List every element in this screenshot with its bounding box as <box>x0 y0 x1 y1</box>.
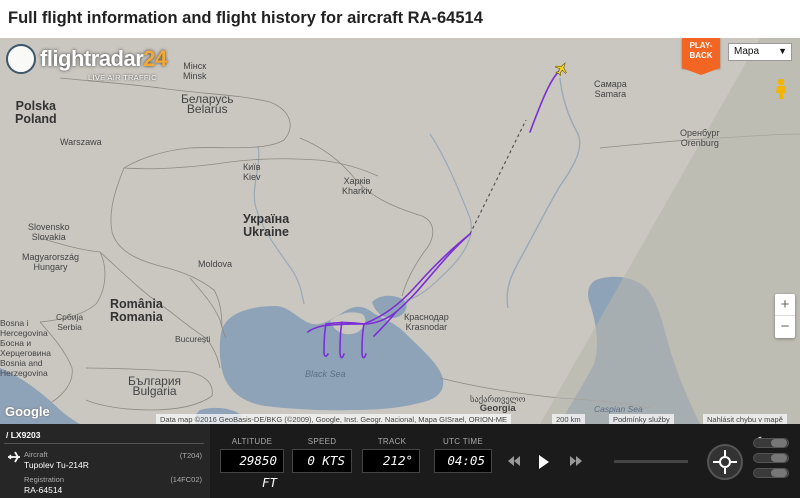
label-krasnodar: Краснодар Krasnodar <box>404 312 449 332</box>
border-hungary <box>39 237 106 323</box>
river-volga <box>506 77 581 309</box>
border-belarus <box>59 77 291 169</box>
rewind-icon[interactable] <box>508 456 520 466</box>
aircraft-info-panel: / LX9203 Aircraft (T204) Tupolev Tu-214R… <box>0 424 210 498</box>
time-value: 04:05 <box>434 449 492 473</box>
registration-code: (14FC02) <box>170 475 202 484</box>
fast-forward-icon[interactable] <box>570 456 582 466</box>
label-caspian: Caspian Sea <box>594 404 643 414</box>
border-ukraine-russia <box>299 137 434 297</box>
map-attribution: Data map ©2016 GeoBasis-DE/BKG (©2009), … <box>156 414 512 424</box>
aircraft-code: (T204) <box>179 451 202 460</box>
label-hungary: Magyarország Hungary <box>22 252 80 272</box>
label-kharkiv: Харків Kharkiv <box>342 176 373 196</box>
play-button[interactable] <box>528 449 558 475</box>
radar-icon <box>6 44 36 74</box>
label-samara: Самара Samara <box>594 79 627 99</box>
view-toggles <box>753 436 789 483</box>
label-belarus: Беларусь Belarus <box>181 92 234 116</box>
playback-slider[interactable] <box>614 460 688 463</box>
label-orenburg: Оренбург Orenburg <box>680 128 720 148</box>
play-icon <box>539 455 549 469</box>
playback-button[interactable]: PLAY- BACK <box>682 38 720 68</box>
flight-map[interactable]: Мінск Minsk Беларусь Belarus Polska Poland … <box>0 38 800 424</box>
aircraft-model: Tupolev Tu-214R <box>24 460 89 470</box>
estimated-route <box>469 119 527 235</box>
dropdown-arrow-icon: ▼ <box>778 46 787 56</box>
track-value: 212° <box>362 449 420 473</box>
flight-info-bar: / LX9203 Aircraft (T204) Tupolev Tu-214R… <box>0 424 800 498</box>
label-bulgaria: България Bulgaria <box>128 374 182 398</box>
zoom-control: + − <box>775 294 795 338</box>
report-error-link[interactable]: Nahlásit chybu v mapě <box>703 414 787 424</box>
label-moldova: Moldova <box>198 259 233 269</box>
flightradar24-logo: flightradar24 LIVE AIR TRAFFIC <box>6 44 167 84</box>
registration-label: Registration <box>24 475 65 484</box>
altitude-value: 29850 FT <box>220 449 284 490</box>
google-logo[interactable]: Google <box>5 404 50 419</box>
river-don <box>405 133 472 301</box>
label-black-sea: Black Sea <box>305 369 346 379</box>
pegman-icon[interactable] <box>771 78 791 100</box>
flight-track-north <box>529 69 561 133</box>
label-kyiv: Київ Kiev <box>243 162 261 182</box>
page-title: Full flight information and flight histo… <box>8 9 483 27</box>
label-warsaw: Warszawa <box>60 137 102 147</box>
zoom-out-button[interactable]: − <box>775 316 795 338</box>
label-minsk: Мінск Minsk <box>183 61 207 81</box>
label-bucharest: București <box>175 334 211 344</box>
labels-toggle[interactable] <box>753 453 789 463</box>
label-ukraine: Україна Ukraine <box>243 212 290 239</box>
map-type-select[interactable]: Mapa ▼ <box>728 43 792 61</box>
map-base <box>0 38 800 424</box>
playback-tail <box>682 68 720 75</box>
terms-link[interactable]: Podmínky služby <box>609 414 674 424</box>
crosshair-icon <box>713 450 737 474</box>
label-serbia: Србија Serbia <box>56 312 84 332</box>
zoom-in-button[interactable]: + <box>775 294 795 316</box>
night-shadow <box>540 38 800 424</box>
night-mode-toggle[interactable] <box>753 438 789 448</box>
map-scale: 200 km <box>552 414 585 424</box>
divider <box>4 443 204 444</box>
aircraft-label: Aircraft <box>24 450 48 459</box>
label-romania: România Romania <box>110 297 163 324</box>
label-bosnia: Bosna i Hercegovina Босна и Херцеговина Bosn… <box>0 318 51 378</box>
center-aircraft-button[interactable] <box>707 444 743 480</box>
label-slovakia: Slovensko Slovakia <box>28 222 70 242</box>
plane-icon <box>8 451 20 463</box>
registration-value: RA-64514 <box>24 485 63 495</box>
trails-toggle[interactable] <box>753 468 789 478</box>
label-georgia: საქართველო Georgia <box>470 394 526 414</box>
callsign: / LX9203 <box>6 430 41 440</box>
label-poland: Polska Poland <box>15 99 57 126</box>
speed-value: 0 KTS <box>292 449 352 473</box>
